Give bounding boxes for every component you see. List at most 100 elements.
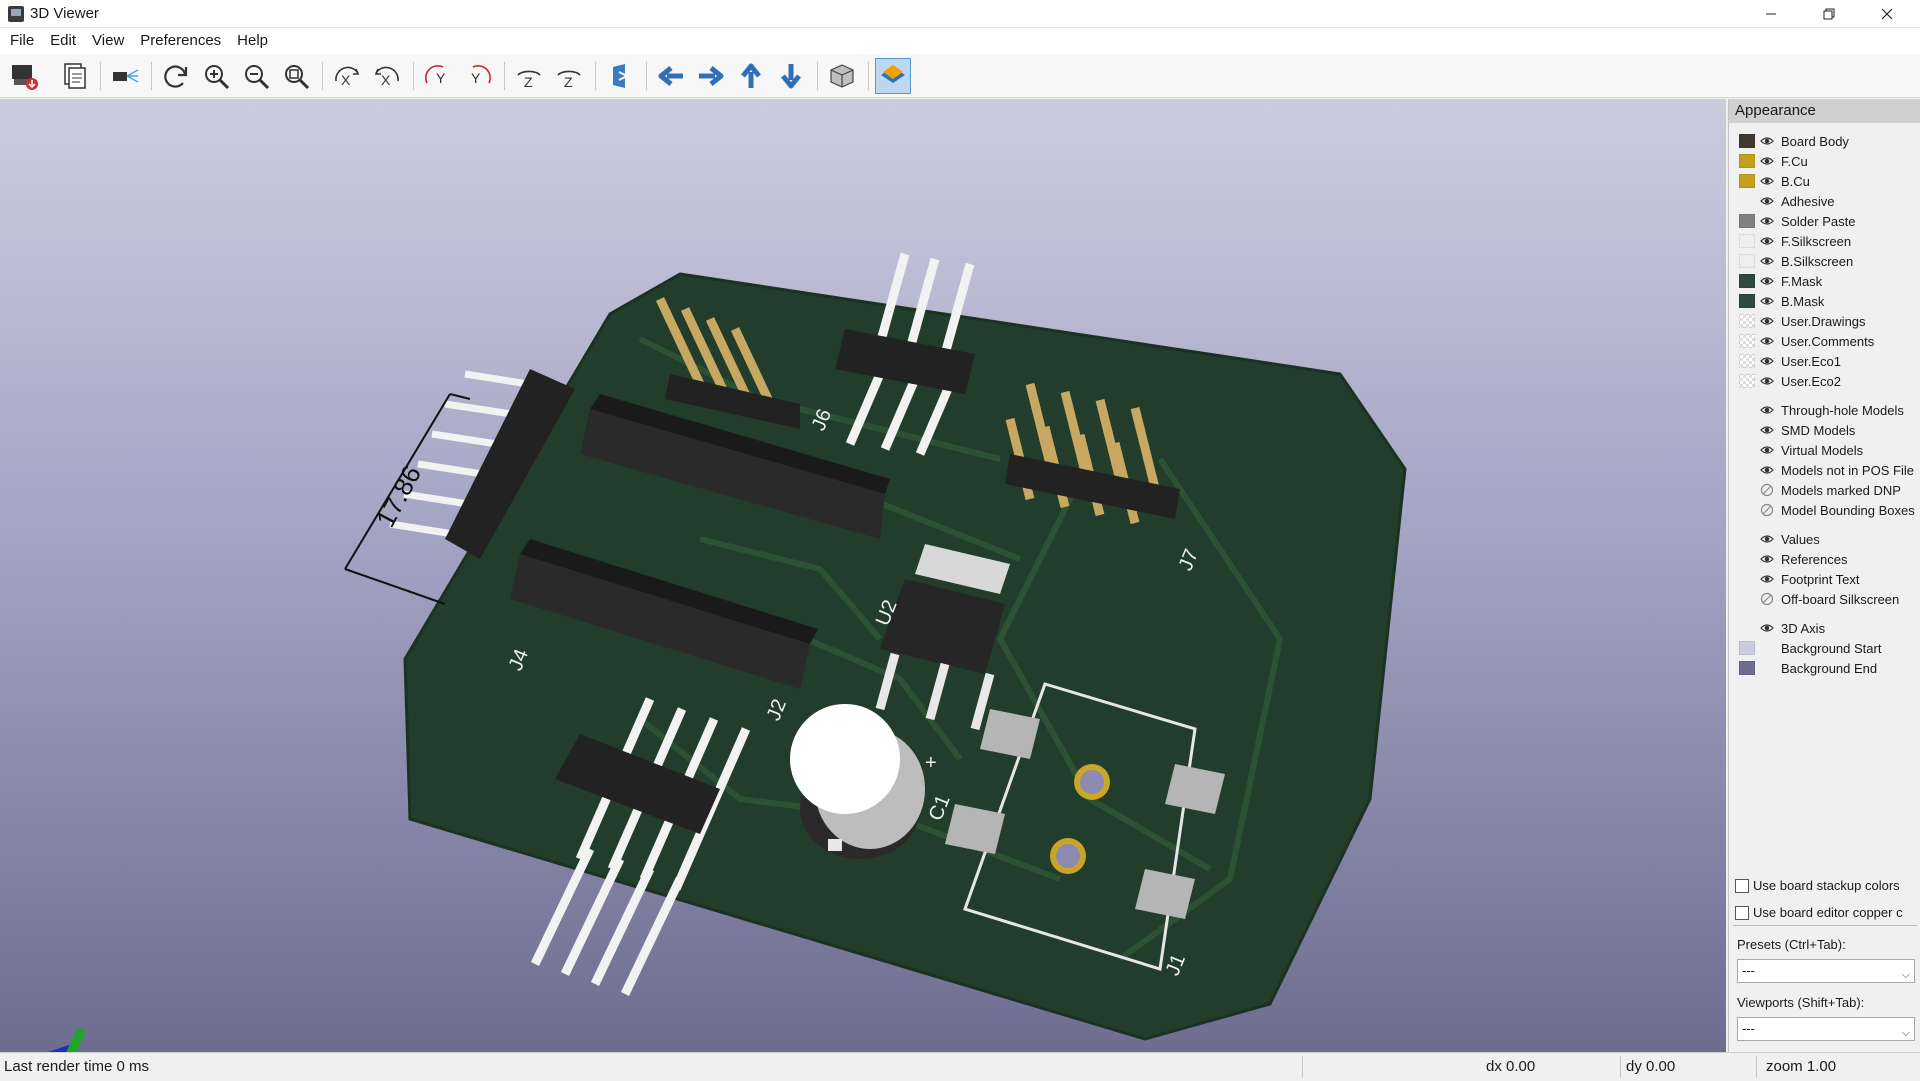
color-swatch[interactable] <box>1739 294 1755 308</box>
viewports-dropdown[interactable]: --- ⌵ <box>1737 1017 1915 1041</box>
eye-icon[interactable] <box>1759 531 1775 547</box>
reload-icon[interactable] <box>158 58 194 94</box>
svg-text:Y: Y <box>436 70 446 86</box>
layer-row-footprint-text[interactable]: Footprint Text <box>1739 569 1860 589</box>
layer-row-b-mask[interactable]: B.Mask <box>1739 291 1824 311</box>
rotate-x-cw-icon[interactable]: X <box>329 58 365 94</box>
pan-up-icon[interactable] <box>733 58 769 94</box>
layer-row-references[interactable]: References <box>1739 549 1847 569</box>
layer-row-f-mask[interactable]: F.Mask <box>1739 271 1822 291</box>
close-icon[interactable] <box>1858 0 1916 28</box>
rotate-y-cw-icon[interactable]: Y <box>420 58 456 94</box>
eye-icon[interactable] <box>1759 571 1775 587</box>
eye-icon[interactable] <box>1759 373 1775 389</box>
flip-board-icon[interactable] <box>602 58 638 94</box>
color-swatch[interactable] <box>1739 234 1755 248</box>
rotate-z-ccw-icon[interactable]: Z <box>551 58 587 94</box>
restore-icon[interactable] <box>1800 0 1858 28</box>
eye-icon[interactable] <box>1759 333 1775 349</box>
layer-row-models-not-in-pos-file[interactable]: Models not in POS File <box>1739 460 1914 480</box>
layer-row-models-marked-dnp[interactable]: Models marked DNP <box>1739 480 1901 500</box>
color-swatch[interactable] <box>1739 334 1755 348</box>
eye-hidden-icon[interactable] <box>1759 591 1775 607</box>
layer-row-user-comments[interactable]: User.Comments <box>1739 331 1874 351</box>
eye-icon[interactable] <box>1759 293 1775 309</box>
eye-hidden-icon[interactable] <box>1759 502 1775 518</box>
zoom-out-icon[interactable] <box>238 58 274 94</box>
eye-icon[interactable] <box>1759 442 1775 458</box>
layer-row-user-eco1[interactable]: User.Eco1 <box>1739 351 1841 371</box>
layer-row-b-cu[interactable]: B.Cu <box>1739 171 1810 191</box>
rotate-y-ccw-icon[interactable]: Y <box>460 58 496 94</box>
layer-row-background-start[interactable]: Background Start <box>1739 638 1881 658</box>
eye-icon[interactable] <box>1759 462 1775 478</box>
camera-icon[interactable] <box>107 58 143 94</box>
copy-image-icon[interactable] <box>56 58 92 94</box>
layer-row-smd-models[interactable]: SMD Models <box>1739 420 1855 440</box>
menu-edit[interactable]: Edit <box>42 28 84 54</box>
eye-icon[interactable] <box>1759 273 1775 289</box>
layer-row-solder-paste[interactable]: Solder Paste <box>1739 211 1855 231</box>
eye-icon[interactable] <box>1759 620 1775 636</box>
eye-hidden-icon[interactable] <box>1759 482 1775 498</box>
layers-manager-icon[interactable] <box>875 58 911 94</box>
layer-row-user-drawings[interactable]: User.Drawings <box>1739 311 1866 331</box>
color-swatch[interactable] <box>1739 174 1755 188</box>
menu-help[interactable]: Help <box>229 28 276 54</box>
eye-icon[interactable] <box>1759 313 1775 329</box>
layer-row-f-cu[interactable]: F.Cu <box>1739 151 1808 171</box>
menu-file[interactable]: File <box>2 28 42 54</box>
layer-row-through-hole-models[interactable]: Through-hole Models <box>1739 400 1904 420</box>
eye-icon[interactable] <box>1759 422 1775 438</box>
color-swatch[interactable] <box>1739 154 1755 168</box>
rotate-x-ccw-icon[interactable]: X <box>369 58 405 94</box>
use-editor-copper-row[interactable]: Use board editor copper c <box>1735 905 1903 920</box>
orthographic-icon[interactable] <box>824 58 860 94</box>
color-swatch[interactable] <box>1739 134 1755 148</box>
presets-dropdown[interactable]: --- ⌵ <box>1737 959 1915 983</box>
layer-row-f-silkscreen[interactable]: F.Silkscreen <box>1739 231 1851 251</box>
eye-icon[interactable] <box>1759 213 1775 229</box>
use-stackup-colors-row[interactable]: Use board stackup colors <box>1735 878 1900 893</box>
eye-icon[interactable] <box>1759 133 1775 149</box>
layer-row-user-eco2[interactable]: User.Eco2 <box>1739 371 1841 391</box>
use-editor-copper-checkbox[interactable] <box>1735 905 1749 920</box>
layer-row-b-silkscreen[interactable]: B.Silkscreen <box>1739 251 1853 271</box>
color-swatch[interactable] <box>1739 641 1755 655</box>
color-swatch[interactable] <box>1739 254 1755 268</box>
color-swatch[interactable] <box>1739 354 1755 368</box>
layer-row-background-end[interactable]: Background End <box>1739 658 1877 678</box>
eye-icon[interactable] <box>1759 173 1775 189</box>
rotate-z-cw-icon[interactable]: Z <box>511 58 547 94</box>
menu-preferences[interactable]: Preferences <box>132 28 229 54</box>
layer-row-adhesive[interactable]: Adhesive <box>1739 191 1834 211</box>
3d-canvas[interactable]: 17.86 J6 J7 J4 U2 J2 C1 J1 + <box>0 99 1726 1052</box>
layer-row-3d-axis[interactable]: 3D Axis <box>1739 618 1825 638</box>
color-swatch[interactable] <box>1739 374 1755 388</box>
layer-row-off-board-silkscreen[interactable]: Off-board Silkscreen <box>1739 589 1899 609</box>
eye-icon[interactable] <box>1759 353 1775 369</box>
pan-down-icon[interactable] <box>773 58 809 94</box>
pan-left-icon[interactable] <box>653 58 689 94</box>
eye-icon[interactable] <box>1759 402 1775 418</box>
layer-row-values[interactable]: Values <box>1739 529 1820 549</box>
color-swatch[interactable] <box>1739 274 1755 288</box>
eye-icon[interactable] <box>1759 551 1775 567</box>
minimize-icon[interactable] <box>1742 0 1800 28</box>
layer-row-model-bounding-boxes[interactable]: Model Bounding Boxes <box>1739 500 1915 520</box>
use-stackup-colors-checkbox[interactable] <box>1735 878 1749 893</box>
zoom-in-icon[interactable] <box>198 58 234 94</box>
layer-row-board-body[interactable]: Board Body <box>1739 131 1849 151</box>
pan-right-icon[interactable] <box>693 58 729 94</box>
eye-icon[interactable] <box>1759 153 1775 169</box>
color-swatch[interactable] <box>1739 214 1755 228</box>
render-raytraced-icon[interactable] <box>6 58 42 94</box>
color-swatch[interactable] <box>1739 661 1755 675</box>
eye-icon[interactable] <box>1759 253 1775 269</box>
zoom-fit-icon[interactable] <box>278 58 314 94</box>
layer-row-virtual-models[interactable]: Virtual Models <box>1739 440 1863 460</box>
color-swatch[interactable] <box>1739 314 1755 328</box>
eye-icon[interactable] <box>1759 233 1775 249</box>
eye-icon[interactable] <box>1759 193 1775 209</box>
menu-view[interactable]: View <box>84 28 132 54</box>
